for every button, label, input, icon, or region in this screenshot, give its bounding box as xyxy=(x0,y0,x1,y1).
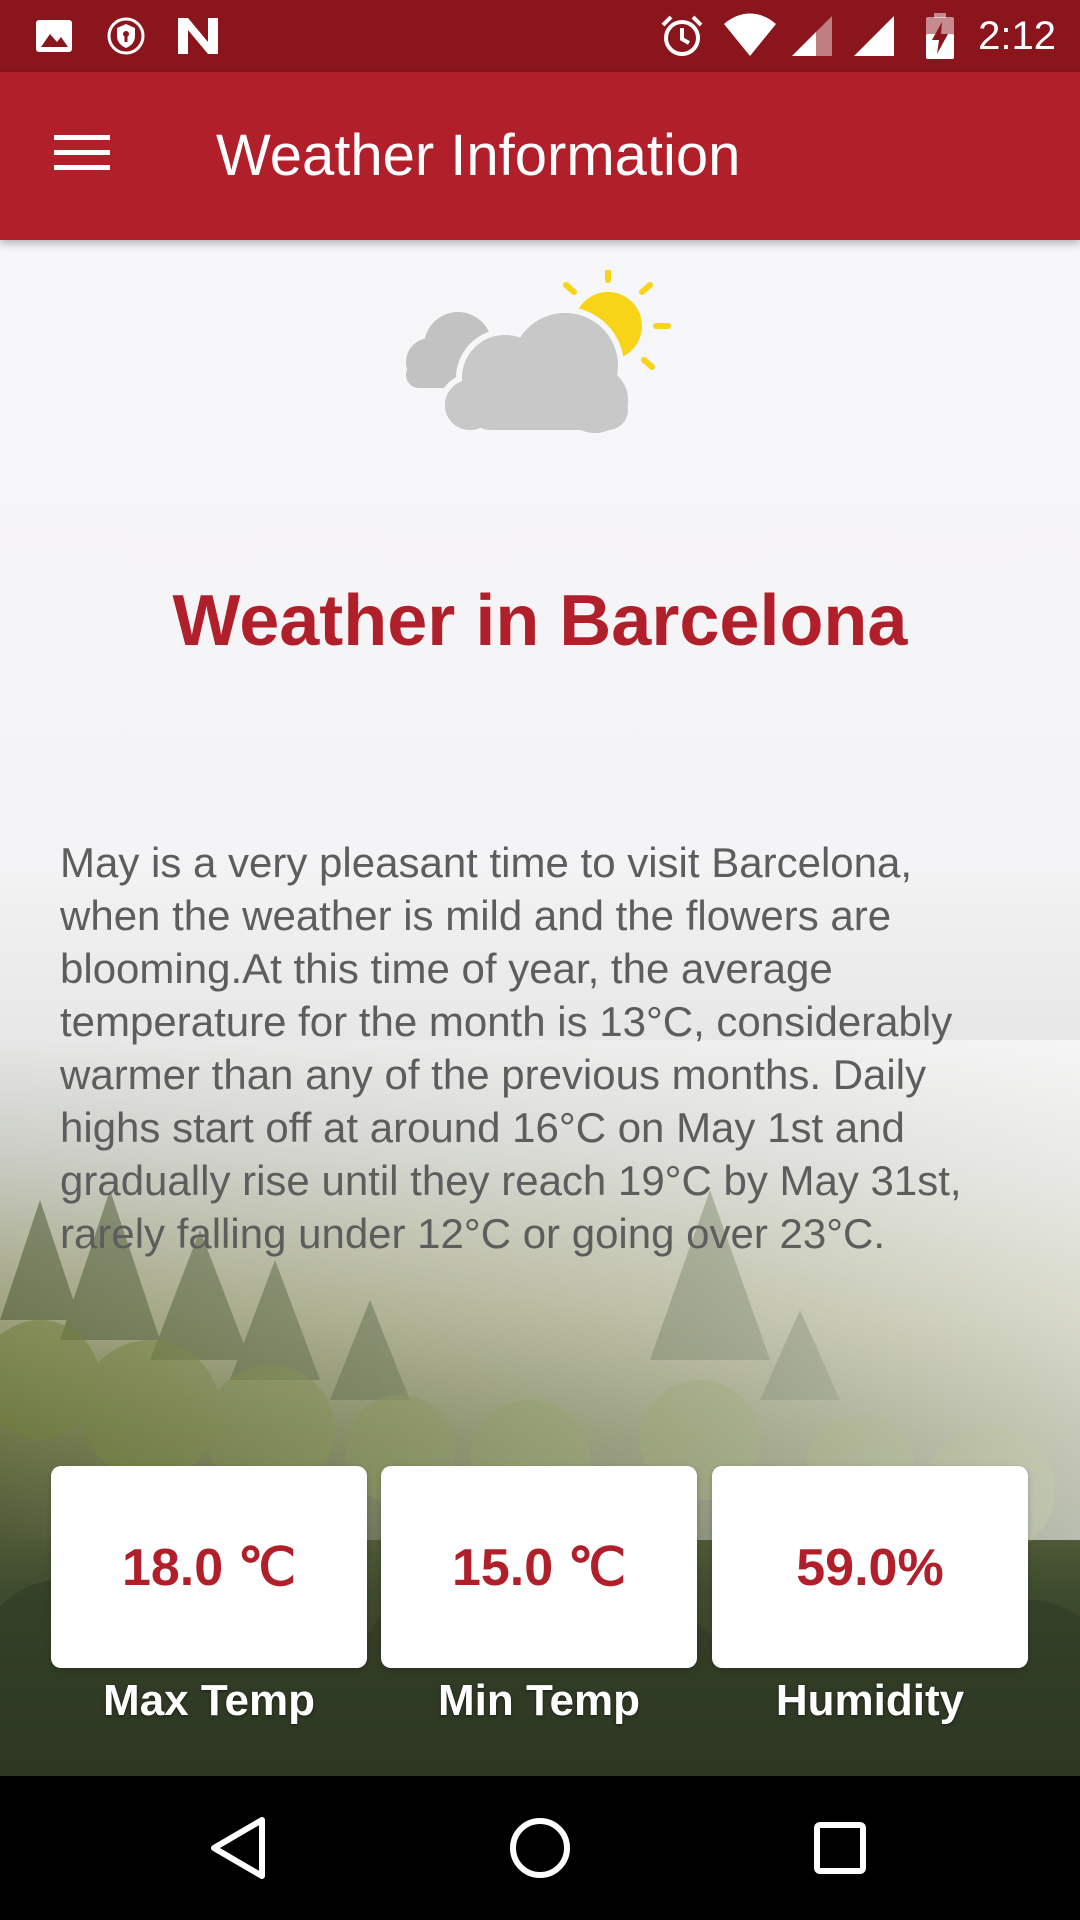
min-temp-label: Min Temp xyxy=(437,1676,641,1725)
partly-cloudy-icon xyxy=(406,270,671,439)
city-title: Weather in Barcelona xyxy=(172,581,908,661)
alarm-icon xyxy=(661,15,703,56)
app-title: Weather Information xyxy=(216,123,741,188)
wifi-icon xyxy=(724,13,776,56)
screen: 2:12 Weather Information Weather in Barc… xyxy=(0,0,1080,1920)
humidity-card: 59.0% xyxy=(712,1466,1028,1668)
signal-icon xyxy=(854,16,894,56)
menu-button[interactable] xyxy=(34,116,134,196)
recents-icon xyxy=(814,1822,866,1874)
min-temp-card: 15.0 ℃ xyxy=(381,1466,697,1668)
weather-description: May is a very pleasant time to visit Bar… xyxy=(60,839,962,1257)
hamburger-menu-icon xyxy=(54,135,110,170)
max-temp-value: 18.0 ℃ xyxy=(121,1539,297,1597)
max-temp-label: Max Temp xyxy=(103,1676,315,1725)
back-button[interactable] xyxy=(204,1812,276,1884)
recents-button[interactable] xyxy=(804,1812,876,1884)
back-icon xyxy=(211,1817,265,1879)
max-temp-card: 18.0 ℃ xyxy=(51,1466,367,1668)
navigation-bar xyxy=(0,1776,1080,1920)
status-time: 2:12 xyxy=(978,14,1056,58)
main-content: Weather in Barcelona May is a very pleas… xyxy=(0,240,1080,1776)
home-button[interactable] xyxy=(504,1812,576,1884)
image-notification-icon xyxy=(36,20,72,52)
battery-charging-icon xyxy=(926,13,954,59)
min-temp-value: 15.0 ℃ xyxy=(451,1539,627,1597)
status-bar: 2:12 xyxy=(0,0,1080,72)
vpn-shield-icon xyxy=(107,17,145,55)
humidity-value: 59.0% xyxy=(796,1539,944,1597)
humidity-label: Humidity xyxy=(775,1676,965,1725)
home-icon xyxy=(510,1818,570,1878)
app-bar: Weather Information xyxy=(0,72,1080,240)
signal-icon xyxy=(792,16,832,56)
n-notification-icon xyxy=(178,18,218,54)
